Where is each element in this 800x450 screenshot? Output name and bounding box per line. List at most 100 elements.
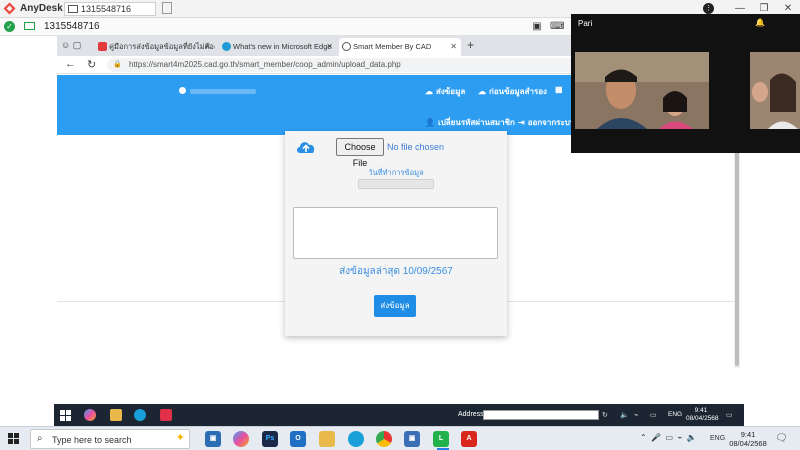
- tab-label: What's new in Microsoft Edge: [233, 42, 332, 51]
- page-scroll-thumb[interactable]: [735, 138, 739, 366]
- outlook-icon[interactable]: O: [290, 431, 306, 447]
- address-toolbar-label: Address: [458, 411, 484, 418]
- video-feed-side: [750, 52, 800, 129]
- monitor-icon: [68, 5, 78, 13]
- close-tab-icon[interactable]: ✕: [204, 38, 211, 55]
- url-field[interactable]: 🔒 https://smart4m2025.cad.go.th/smart_me…: [107, 58, 577, 72]
- bell-icon[interactable]: 🔔: [755, 18, 765, 27]
- cloud-download-icon: ☁: [478, 87, 486, 96]
- pdf-icon: [98, 42, 107, 51]
- anydesk-taskbar-icon[interactable]: [160, 409, 172, 421]
- nav-logout[interactable]: ⇥ ออกจากระบบ: [518, 116, 575, 129]
- no-file-chosen-text: No file chosen: [387, 142, 445, 152]
- participant-name: Pari: [578, 19, 593, 28]
- close-tab-icon[interactable]: ✕: [326, 38, 333, 55]
- photoshop-icon[interactable]: Ps: [262, 431, 278, 447]
- tab-label: Smart Member By CAD: [353, 42, 432, 51]
- taskbar-search[interactable]: ⌕ Type here to search ✦: [30, 429, 190, 449]
- windows-start-icon[interactable]: [8, 433, 20, 445]
- video-feed-image: [575, 52, 709, 129]
- file-explorer-icon[interactable]: [319, 431, 335, 447]
- submit-upload-button[interactable]: ส่งข้อมูล: [374, 295, 416, 317]
- speaker-icon[interactable]: 🔈: [620, 411, 629, 419]
- search-placeholder: Type here to search: [52, 435, 132, 445]
- edge-icon[interactable]: [134, 409, 146, 421]
- browser-tab-edge[interactable]: What's new in Microsoft Edge ✕: [219, 38, 337, 56]
- back-icon[interactable]: ←: [65, 58, 76, 70]
- display-icon[interactable]: ▣: [531, 21, 543, 32]
- calendar-icon: ▦: [555, 85, 563, 94]
- connection-id: 1315548716: [44, 21, 100, 32]
- upload-card: Choose File No file chosen วันที่ทำการข้…: [285, 131, 507, 336]
- keyboard-icon[interactable]: ⌨: [550, 21, 564, 32]
- file-explorer-icon[interactable]: [110, 409, 122, 421]
- refresh-icon[interactable]: ↻: [602, 411, 608, 419]
- local-taskbar: ⌕ Type here to search ✦ ▣ Ps O ▣ L A ⌃ 🎤…: [0, 426, 800, 450]
- anydesk-tab-label: 1315548716: [81, 4, 132, 14]
- remote-time: 9:41: [694, 407, 708, 414]
- video-feed-side-image: [750, 52, 800, 129]
- remote-date: 08/04/2568: [686, 415, 719, 422]
- battery-icon[interactable]: ▭: [650, 411, 657, 419]
- video-call-panel[interactable]: Pari 🔔 LINE: [571, 14, 800, 153]
- nav-upload[interactable]: ☁ ส่งข้อมูล: [425, 85, 465, 98]
- sparkle-icon: ✦: [175, 432, 185, 444]
- copilot-icon[interactable]: [84, 409, 96, 421]
- anydesk-menu-icon[interactable]: ⋮: [703, 3, 714, 14]
- date-label: วันที่ทำการข้อมูล: [368, 168, 424, 177]
- copilot-icon[interactable]: [233, 431, 249, 447]
- chrome-icon[interactable]: [376, 431, 392, 447]
- local-time: 9:41: [740, 430, 756, 439]
- search-icon: ⌕: [37, 433, 43, 444]
- date-input[interactable]: [358, 179, 434, 189]
- nav-calendar-partial[interactable]: ▦: [555, 85, 566, 94]
- system-tray[interactable]: ⌃ 🎤 ▭ ⌁ 🔈: [640, 433, 697, 442]
- nav-backup-label: ก่อนข้อมูลสำรอง: [489, 87, 547, 96]
- local-clock[interactable]: 9:41 08/04/2568: [728, 430, 768, 448]
- anydesk-app-name: AnyDesk: [20, 3, 63, 14]
- new-tab-button[interactable]: +: [467, 38, 474, 52]
- notification-icon[interactable]: ▭: [726, 411, 733, 419]
- user-key-icon: 👤: [425, 118, 435, 127]
- reload-icon[interactable]: ↻: [87, 58, 96, 71]
- sign-out-icon: ⇥: [518, 118, 525, 127]
- local-date: 08/04/2568: [729, 439, 767, 448]
- last-sent-date: ส่งข้อมูลล่าสุด 10/09/2567: [339, 266, 453, 277]
- globe-icon: [342, 42, 351, 51]
- remote-taskbar: Address ↻ 🔈 ⌁ ▭ ENG 9:41 08/04/2568 ▭: [54, 404, 744, 426]
- site-logo: [179, 87, 186, 94]
- cloud-upload-icon: ☁: [425, 87, 433, 96]
- close-tab-icon[interactable]: ✕: [450, 38, 457, 55]
- browser-tab-manual[interactable]: คู่มือการส่งข้อมูลข้อมูลที่ยังไม่ต้องส่ง…: [95, 38, 215, 56]
- edge-icon: [222, 42, 231, 51]
- choose-file-button[interactable]: Choose File: [336, 138, 384, 168]
- site-logo-text-redacted: [190, 89, 256, 94]
- language-indicator[interactable]: ENG: [710, 435, 725, 442]
- nav-change-password-label: เปลี่ยนรหัสผ่านสมาชิก: [437, 118, 515, 127]
- nav-change-password[interactable]: 👤 เปลี่ยนรหัสผ่านสมาชิก: [425, 116, 515, 129]
- remote-clock[interactable]: 9:41 08/04/2568: [686, 407, 719, 423]
- nav-upload-label: ส่งข้อมูล: [436, 87, 466, 96]
- tab-label: คู่มือการส่งข้อมูลข้อมูลที่ยังไม่ต้องส่ง: [109, 42, 215, 51]
- connection-ok-icon: ✓: [4, 21, 15, 32]
- url-text: https://smart4m2025.cad.go.th/smart_memb…: [129, 60, 401, 69]
- acrobat-icon[interactable]: A: [461, 431, 477, 447]
- remote-monitor-icon[interactable]: [24, 22, 35, 30]
- store-icon[interactable]: ▣: [205, 431, 221, 447]
- remote-desktop-icon[interactable]: ▣: [404, 431, 420, 447]
- browser-tab-smart-member[interactable]: Smart Member By CAD ✕: [339, 38, 461, 56]
- line-icon[interactable]: L: [433, 431, 449, 447]
- anydesk-session-tab[interactable]: 1315548716: [64, 2, 156, 16]
- wifi-icon[interactable]: ⌁: [634, 411, 638, 419]
- nav-backup[interactable]: ☁ ก่อนข้อมูลสำรอง: [478, 85, 547, 98]
- lock-icon[interactable]: 🔒: [113, 60, 122, 69]
- new-session-button[interactable]: [162, 2, 172, 14]
- address-toolbar-input[interactable]: [483, 410, 599, 420]
- language-indicator[interactable]: ENG: [668, 411, 682, 418]
- browser-profile-icon[interactable]: ☺ ▢: [61, 40, 81, 51]
- anydesk-logo-icon: [3, 2, 16, 15]
- notification-center-icon[interactable]: 🗨: [775, 433, 788, 444]
- edge-icon[interactable]: [348, 431, 364, 447]
- windows-start-icon[interactable]: [60, 409, 72, 421]
- note-textarea[interactable]: [293, 207, 498, 259]
